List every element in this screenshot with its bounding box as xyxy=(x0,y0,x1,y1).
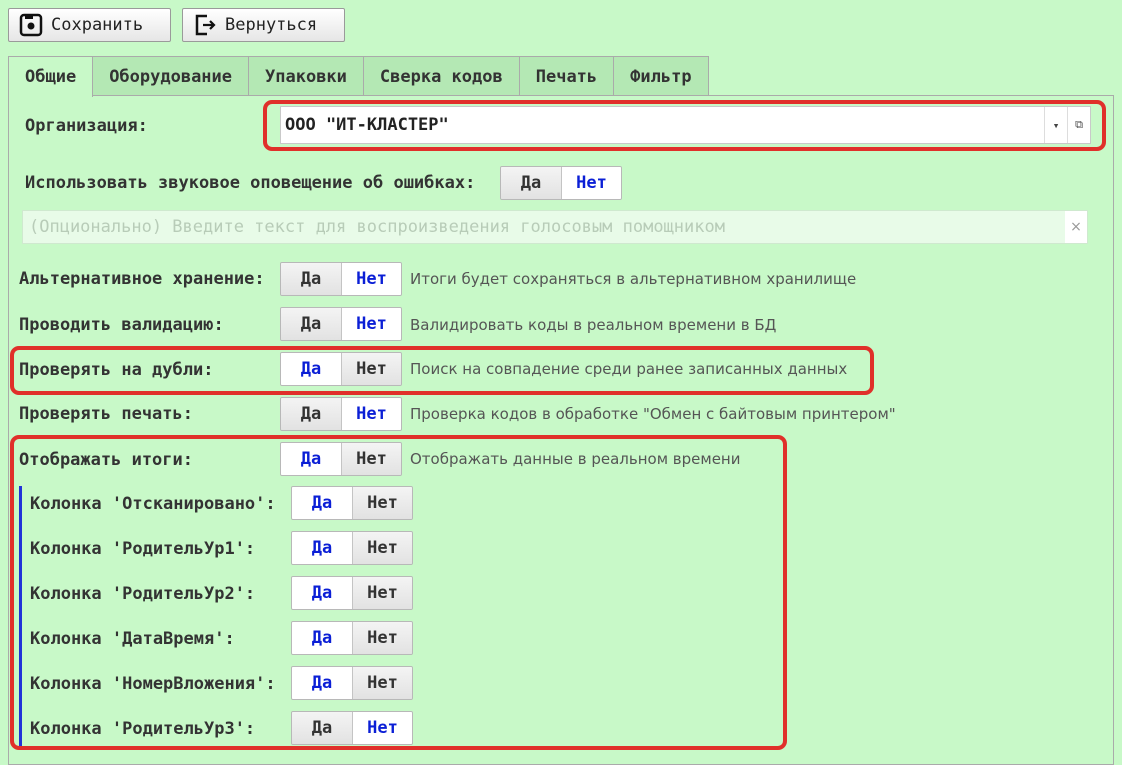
alt-storage-label: Альтернативное хранение: xyxy=(19,269,265,289)
save-button-label: Сохранить xyxy=(51,15,144,35)
back-button-label: Вернуться xyxy=(225,15,318,35)
highlight-frame-duplicates xyxy=(10,346,874,395)
alt-storage-yes[interactable]: Да xyxy=(281,263,341,295)
clear-icon[interactable]: × xyxy=(1065,211,1087,243)
validation-no[interactable]: Нет xyxy=(341,308,401,340)
highlight-frame-organization xyxy=(263,100,1106,151)
validation-hint: Валидировать коды в реальном времени в Б… xyxy=(410,316,777,334)
save-button[interactable]: Сохранить xyxy=(8,8,171,42)
voice-text-input[interactable] xyxy=(23,210,1065,244)
validation-yes[interactable]: Да xyxy=(281,308,341,340)
exit-icon xyxy=(195,14,216,36)
print-check-no[interactable]: Нет xyxy=(341,398,401,430)
tab-general[interactable]: Общие xyxy=(8,56,94,97)
print-check-yes[interactable]: Да xyxy=(281,398,341,430)
alt-storage-toggle: Да Нет xyxy=(280,262,402,296)
sound-alert-label: Использовать звуковое оповещение об ошиб… xyxy=(25,173,476,193)
validation-toggle: Да Нет xyxy=(280,307,402,341)
highlight-frame-totals xyxy=(10,435,787,750)
alt-storage-hint: Итоги будет сохраняться в альтернативном… xyxy=(410,270,857,288)
print-check-label: Проверять печать: xyxy=(19,404,193,424)
back-button[interactable]: Вернуться xyxy=(182,8,345,42)
tab-print[interactable]: Печать xyxy=(519,56,615,96)
organization-label: Организация: xyxy=(25,116,148,136)
validation-label: Проводить валидацию: xyxy=(19,315,224,335)
alt-storage-no[interactable]: Нет xyxy=(341,263,401,295)
print-check-hint: Проверка кодов в обработке "Обмен с байт… xyxy=(410,405,896,423)
tab-bar: Общие Оборудование Упаковки Сверка кодов… xyxy=(8,56,709,97)
print-check-toggle: Да Нет xyxy=(280,397,402,431)
sound-alert-yes[interactable]: Да xyxy=(501,167,561,199)
tab-code-reconciliation[interactable]: Сверка кодов xyxy=(363,56,520,96)
sound-alert-no[interactable]: Нет xyxy=(561,167,621,199)
tab-equipment[interactable]: Оборудование xyxy=(93,56,250,96)
floppy-disk-icon xyxy=(19,13,43,37)
tab-filter[interactable]: Фильтр xyxy=(614,56,709,96)
sound-alert-toggle: Да Нет xyxy=(500,166,622,200)
voice-text-field: × xyxy=(22,210,1088,244)
tab-packaging[interactable]: Упаковки xyxy=(249,56,364,96)
